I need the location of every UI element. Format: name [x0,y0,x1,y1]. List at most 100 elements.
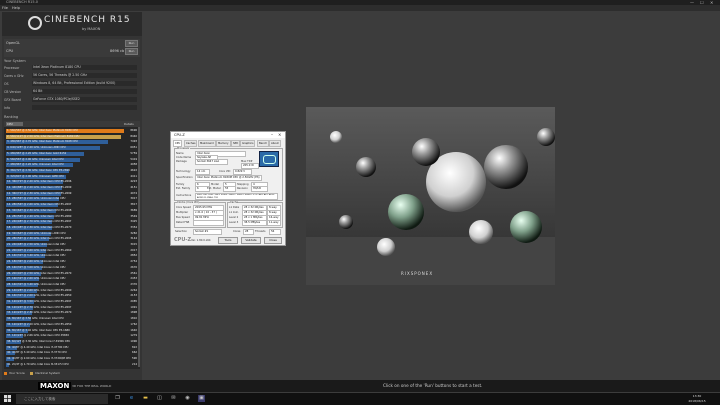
cpuz-tab[interactable]: Bench [257,140,270,147]
ranking-dropdown[interactable]: CPU [6,122,23,126]
identical-system-swatch [30,372,33,375]
cinebench-icon[interactable]: ◉ [184,395,191,402]
cpuz-tab[interactable]: Caches [184,140,198,147]
ranking-row[interactable]: 31. 12C/24T @ 3.50 GHz, Intel Xeon CPU E… [6,300,137,304]
ranking-label: 19. 32C/64T @ 2.00 GHz, Unknown AMD CPU [7,231,66,235]
ranking-row[interactable]: 3. 48C/96T @ 2.70 GHz, Intel Xeon Platin… [6,140,137,145]
ranking-scrollbar[interactable] [138,127,140,367]
ranking-row[interactable]: 15. 32C/64T @ 2.30 GHz, Intel Xeon CPU E… [6,208,137,213]
ranking-row[interactable]: 22. 20C/40T @ 2.60 GHz, Intel Xeon CPU E… [6,248,137,253]
cpuz-tab[interactable]: About [269,140,281,147]
ranking-label: 33. 12C/24T @ 2.30 GHz, Intel Xeon CPU E… [7,311,72,315]
ranking-row[interactable]: 25. 16C/32T @ 3.00 GHz, Unknown Intel CP… [6,265,137,270]
taskbar-search-input[interactable]: ここに入力して検索 [16,394,108,404]
ranking-row[interactable]: 9. 32C/64T @ 2.00 GHz, Unknown AMD CPU 44… [6,174,137,179]
ranking-row[interactable]: 12. 36C/72T @ 2.30 GHz, Intel Xeon CPU E… [6,191,137,196]
cpuz-tab[interactable]: SPD [231,140,241,147]
cpuz-field-value: MMX, SSE, SSE2, SSE3, SSSE3, SSE4.1, SSE… [195,193,278,200]
ranking-row[interactable]: 2. 56C/112T @ 2.50 GHz, Intel Xeon Plati… [6,134,137,139]
ranking-row[interactable]: 40. 4C/8T @ 3.40 GHz, Intel Core i7-3770… [6,351,137,356]
cpuz-tools-button[interactable]: Tools [218,237,238,244]
ranking-score: 1991 [130,305,137,309]
system-row-value: Windows 8, 64 Bit, Professional Edition … [32,81,137,86]
ranking-row[interactable]: 19. 32C/64T @ 2.00 GHz, Unknown AMD CPU 3… [6,231,137,236]
system-clock[interactable]: 13:30 2018/06/15 [684,394,710,404]
cpuz-field-value: Intel Xeon Platinum 8180M CPU @ 2.50GHz … [195,175,262,181]
cpuz-field-value: 14 nm [195,169,210,175]
ranking-row[interactable]: 18. 24C/48T @ 2.30 GHz, Intel Xeon CPU E… [6,225,137,230]
ranking-row[interactable]: 23. 16C/32T @ 3.40 GHz, Unknown Intel CP… [6,254,137,259]
ranking-row[interactable]: 30. 16C/32T @ 2.00 GHz, Intel Xeon CPU E… [6,294,137,299]
edge-icon[interactable]: e [128,395,135,402]
ranking-row[interactable]: 24. 18C/36T @ 2.60 GHz, Unknown Intel CP… [6,260,137,265]
ranking-details-button[interactable]: Details [124,122,134,126]
ranking-label: 38. 6C/12T @ 3.30 GHz, Intel Core i7-393… [7,339,71,343]
ranking-row[interactable]: 13. 28C/56T @ 2.00 GHz, Unknown Intel CP… [6,197,137,202]
cpuz-cache-value: 38.5 MBytes [242,220,267,226]
run-cpu-button[interactable]: Run [125,48,138,55]
menu-help[interactable]: Help [12,5,20,11]
run-opengl-button[interactable]: Run [125,40,138,47]
ranking-label: 17. 24C/48T @ 2.70 GHz, Intel Xeon CPU E… [7,220,72,224]
ranking-row[interactable]: 39. 4C/8T @ 4.40 GHz, Intel Core i7-4770… [6,345,137,350]
ranking-row[interactable]: 16. 28C/56T @ 2.40 GHz, Intel Xeon CPU E… [6,214,137,219]
ranking-row[interactable]: 35. 12C/24T @ 2.20 GHz, Intel Xeon CPU E… [6,322,137,327]
ranking-row[interactable]: 28. 16C/32T @ 3.40 GHz, Unknown Intel CP… [6,282,137,287]
cpuz-tab[interactable]: Graphics [240,140,256,147]
cpuz-tab[interactable]: Memory [216,140,231,147]
cpuz-tab[interactable]: Mainboard [198,140,216,147]
cpuz-threads-label: Threads [255,230,266,233]
ranking-row[interactable]: 14. 28C/56T @ 2.60 GHz, Intel Xeon CPU E… [6,203,137,208]
ranking-row[interactable]: 41. 4C/8T @ 2.60 GHz, Intel Core i7-3720… [6,357,137,361]
cpuz-threads: 56 [269,229,281,235]
ranking-row[interactable]: 17. 24C/48T @ 2.70 GHz, Intel Xeon CPU E… [6,220,137,225]
cpuz-validate-button[interactable]: Validate [241,237,261,244]
ranking-row[interactable]: 26. 20C/40T @ 2.50 GHz, Intel Xeon CPU E… [6,271,137,276]
ranking-row[interactable]: 21. 24C/48T @ 2.50 GHz, Unknown Intel CP… [6,243,137,247]
ranking-row[interactable]: 38. 6C/12T @ 3.30 GHz, Intel Core i7-393… [6,339,137,344]
ranking-row[interactable]: 42. 2C/4T @ 1.70 GHz, Intel Core i5-3317… [6,362,137,367]
cpuz-tabs: CPU Caches Mainboard Memory SPD Graphics Bench… [173,140,283,147]
ranking-score: 2754 [130,260,137,264]
system-row: Processor Intel Xeon Platinum 8180 CPU [4,65,138,71]
ranking-row[interactable]: 4. 64C/128T @ 2.20 GHz, Unknown AMD CPU 6… [6,146,137,151]
cpuz-tab[interactable]: CPU [173,140,183,147]
ranking-score: 2376 [130,282,137,286]
explorer-icon[interactable]: ▬ [142,395,149,402]
ranking-row[interactable]: 27. 16C/32T @ 2.60 GHz, Unknown Intel CP… [6,277,137,282]
cpuz-icon[interactable]: ▣ [198,395,205,402]
cpuz-minimize-button[interactable]: – [271,132,273,138]
ranking-row[interactable]: 33. 12C/24T @ 2.30 GHz, Intel Xeon CPU E… [6,311,137,316]
ranking-row[interactable]: 37. 12C/24T @ 2.66 GHz, Intel Xeon CPU X… [6,334,137,339]
cpuz-close-button[interactable]: × [278,132,281,138]
windows-start-icon[interactable] [4,395,11,402]
ranking-row[interactable]: 32. 12C/24T @ 2.70 GHz, Intel Xeon CPU E… [6,305,137,310]
ranking-row[interactable]: 8. 36C/72T @ 2.30 GHz, Intel Xeon CPU E5… [6,168,137,173]
cpuz-close-button-bottom[interactable]: Close [264,237,282,244]
ranking-score: 4074 [130,191,137,195]
ranking-row[interactable]: 36. 8C/16T @ 3.40 GHz, Intel Xeon CPU E5… [6,328,137,333]
cpuz-selection-label: Selection [175,230,187,233]
ranking-row[interactable]: 29. 14C/28T @ 2.60 GHz, Intel Xeon CPU E… [6,288,137,293]
ranking-score: 7493 [130,140,137,144]
ranking-row[interactable]: 1. 56C/56T @ 2.50 GHz, Intel Xeon Platin… [6,129,137,133]
cpuz-field-value: Socket 3647 LGA [195,159,228,165]
mail-icon[interactable]: ✉ [170,395,177,402]
test-cpu-label: CPU [6,49,14,53]
ranking-row[interactable]: 34. 8C/16T @ 3.50 GHz, Unknown Intel CPU… [6,317,137,322]
menu-file[interactable]: File [2,5,8,11]
ranking-row[interactable]: 11. 44C/88T @ 2.20 GHz, Intel Xeon CPU E… [6,186,137,190]
ranking-row[interactable]: 5. 48C/96T @ 2.20 GHz, Intel Xeon Gold 6… [6,151,137,156]
ranking-score: 2561 [130,271,137,275]
ranking-row[interactable]: 7. 48C/96T @ 2.20 GHz, Unknown Intel CPU… [6,163,137,168]
cpuz-cores: 28 [243,229,254,235]
task-view-icon[interactable]: ❐ [114,395,121,402]
ranking-score: 3282 [130,231,137,235]
ranking-row[interactable]: 10. 36C/72T @ 2.20 GHz, Intel Xeon CPU E… [6,180,137,185]
store-icon[interactable]: ◫ [156,395,163,402]
ranking-score: 8440 [130,134,137,138]
cpuz-selection-dropdown[interactable]: Socket #1 [193,229,222,235]
ranking-row[interactable]: 20. 28C/56T @ 2.30 GHz, Intel Xeon CPU E… [6,237,137,242]
ranking-row[interactable]: 6. 56C/56T @ 2.00 GHz, Unknown Intel CPU… [6,157,137,162]
system-row-key: Processor [4,66,20,70]
